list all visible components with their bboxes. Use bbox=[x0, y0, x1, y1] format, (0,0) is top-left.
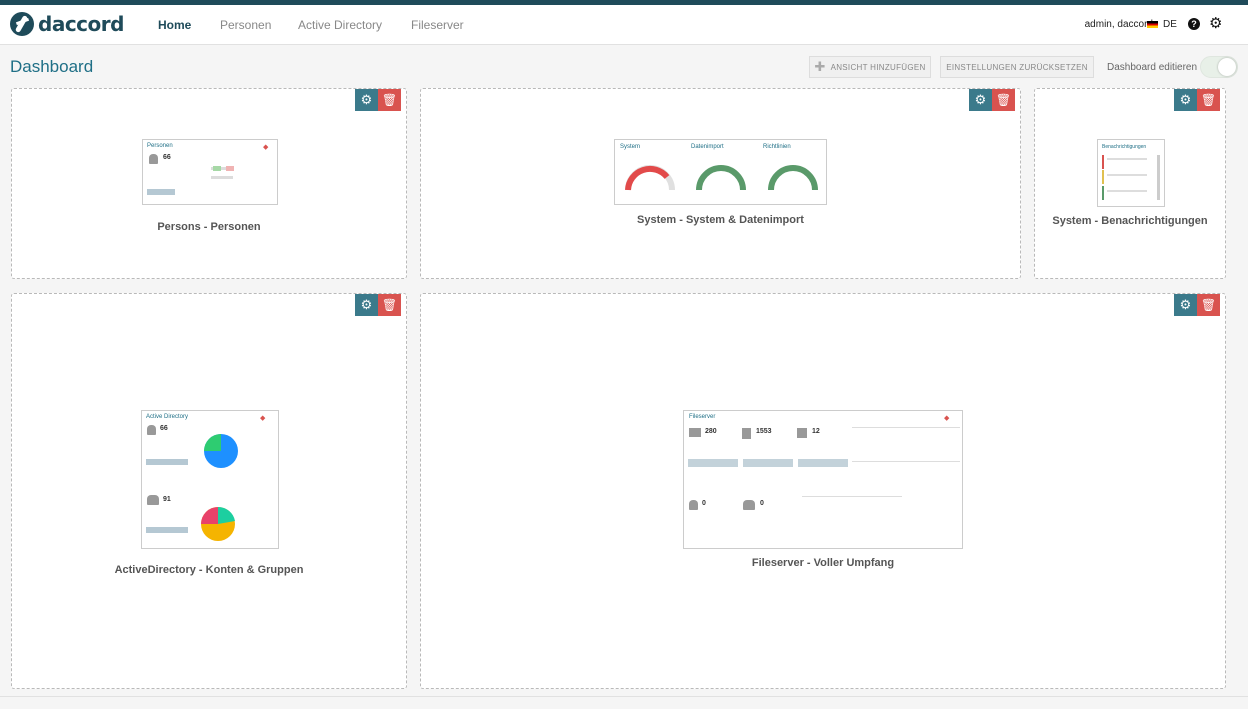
german-flag-icon[interactable] bbox=[1147, 21, 1158, 28]
fileserver-preview-thumbnail: Fileserver ◆ 280 1553 12 0 0 bbox=[683, 410, 963, 549]
panel-delete-trash-icon[interactable]: 🗑 bbox=[378, 89, 401, 111]
nav-personen[interactable]: Personen bbox=[220, 18, 271, 32]
ad-pie-charts bbox=[201, 434, 238, 541]
user-icon bbox=[689, 500, 698, 510]
panel-fileserver[interactable]: ⚙ 🗑 Fileserver ◆ 280 1553 12 0 0 Fileser… bbox=[420, 293, 1226, 689]
edit-dashboard-toggle[interactable] bbox=[1200, 56, 1238, 78]
system-preview-thumbnail: System Datenimport Richtlinien bbox=[614, 139, 827, 205]
daccord-logo-icon bbox=[10, 12, 34, 36]
alert-shield-icon: ◆ bbox=[944, 415, 950, 422]
folder-icon bbox=[689, 428, 701, 437]
panel-active-directory-title: ActiveDirectory - Konten & Gruppen bbox=[114, 564, 304, 576]
group-icon bbox=[743, 500, 755, 510]
fileserver-preview-heading: Fileserver bbox=[689, 414, 716, 420]
alert-shield-icon: ◆ bbox=[263, 144, 269, 151]
panel-settings-gear-icon[interactable]: ⚙ bbox=[355, 294, 378, 316]
person-icon bbox=[149, 154, 158, 164]
fileserver-shares-count: 12 bbox=[812, 428, 820, 435]
settings-gear-icon[interactable]: ⚙ bbox=[1209, 14, 1222, 32]
panel-settings-gear-icon[interactable]: ⚙ bbox=[1174, 294, 1197, 316]
panel-system-datenimport-title: System - System & Datenimport bbox=[637, 214, 804, 226]
nav-active-directory[interactable]: Active Directory bbox=[298, 18, 382, 32]
panel-settings-gear-icon[interactable]: ⚙ bbox=[1174, 89, 1197, 111]
fileserver-groups-count: 0 bbox=[760, 500, 764, 507]
fileserver-users-count: 0 bbox=[702, 500, 706, 507]
add-view-button[interactable]: ✚ ANSICHT HINZUFÜGEN bbox=[809, 56, 931, 78]
top-navigation: daccord Home Personen Active Directory F… bbox=[0, 5, 1248, 45]
fileserver-folders-count: 280 bbox=[705, 428, 717, 435]
logo[interactable]: daccord bbox=[10, 12, 124, 36]
persons-preview-count: 66 bbox=[163, 154, 171, 161]
panel-notifications-title: System - Benachrichtigungen bbox=[1052, 215, 1208, 227]
panel-delete-trash-icon[interactable]: 🗑 bbox=[992, 89, 1015, 111]
panel-fileserver-title: Fileserver - Voller Umpfang bbox=[751, 557, 895, 569]
page-title: Dashboard bbox=[10, 57, 94, 76]
plus-icon: ✚ bbox=[814, 59, 826, 74]
logo-text: daccord bbox=[38, 12, 124, 36]
share-icon bbox=[797, 428, 807, 438]
notifications-preview-thumbnail: Benachrichtigungen bbox=[1097, 139, 1165, 207]
reset-settings-button[interactable]: EINSTELLUNGEN ZURÜCKSETZEN bbox=[940, 56, 1094, 78]
panel-settings-gear-icon[interactable]: ⚙ bbox=[969, 89, 992, 111]
nav-fileserver[interactable]: Fileserver bbox=[411, 18, 464, 32]
persons-preview-thumbnail: Personen 66 ◆ bbox=[142, 139, 278, 205]
gauges-chart bbox=[625, 165, 818, 191]
user-name[interactable]: admin, daccord bbox=[1085, 19, 1153, 30]
help-icon[interactable]: ? bbox=[1188, 18, 1200, 30]
language-selector[interactable]: DE bbox=[1163, 19, 1177, 30]
panel-persons-title: Persons - Personen bbox=[157, 221, 261, 233]
panel-active-directory[interactable]: ⚙ 🗑 Active Directory ◆ 66 91 ActiveDirec… bbox=[11, 293, 407, 689]
panel-persons[interactable]: ⚙ 🗑 Personen 66 ◆ Persons - Personen bbox=[11, 88, 407, 279]
file-icon bbox=[742, 428, 751, 439]
panel-delete-trash-icon[interactable]: 🗑 bbox=[1197, 294, 1220, 316]
fileserver-files-count: 1553 bbox=[756, 428, 772, 435]
panel-notifications[interactable]: ⚙ 🗑 Benachrichtigungen System - Benachri… bbox=[1034, 88, 1226, 279]
panel-system-datenimport[interactable]: ⚙ 🗑 System Datenimport Richtlinien Syste… bbox=[420, 88, 1021, 279]
add-view-label: ANSICHT HINZUFÜGEN bbox=[830, 62, 926, 72]
panel-delete-trash-icon[interactable]: 🗑 bbox=[1197, 89, 1220, 111]
notifications-preview-heading: Benachrichtigungen bbox=[1102, 144, 1147, 150]
panel-delete-trash-icon[interactable]: 🗑 bbox=[378, 294, 401, 316]
ad-preview-thumbnail: Active Directory ◆ 66 91 bbox=[141, 410, 279, 549]
nav-home[interactable]: Home bbox=[158, 18, 191, 32]
bottom-divider bbox=[0, 696, 1248, 697]
panel-settings-gear-icon[interactable]: ⚙ bbox=[355, 89, 378, 111]
persons-preview-heading: Personen bbox=[147, 143, 173, 149]
toggle-knob bbox=[1218, 58, 1236, 76]
edit-dashboard-label: Dashboard editieren bbox=[1107, 62, 1198, 73]
